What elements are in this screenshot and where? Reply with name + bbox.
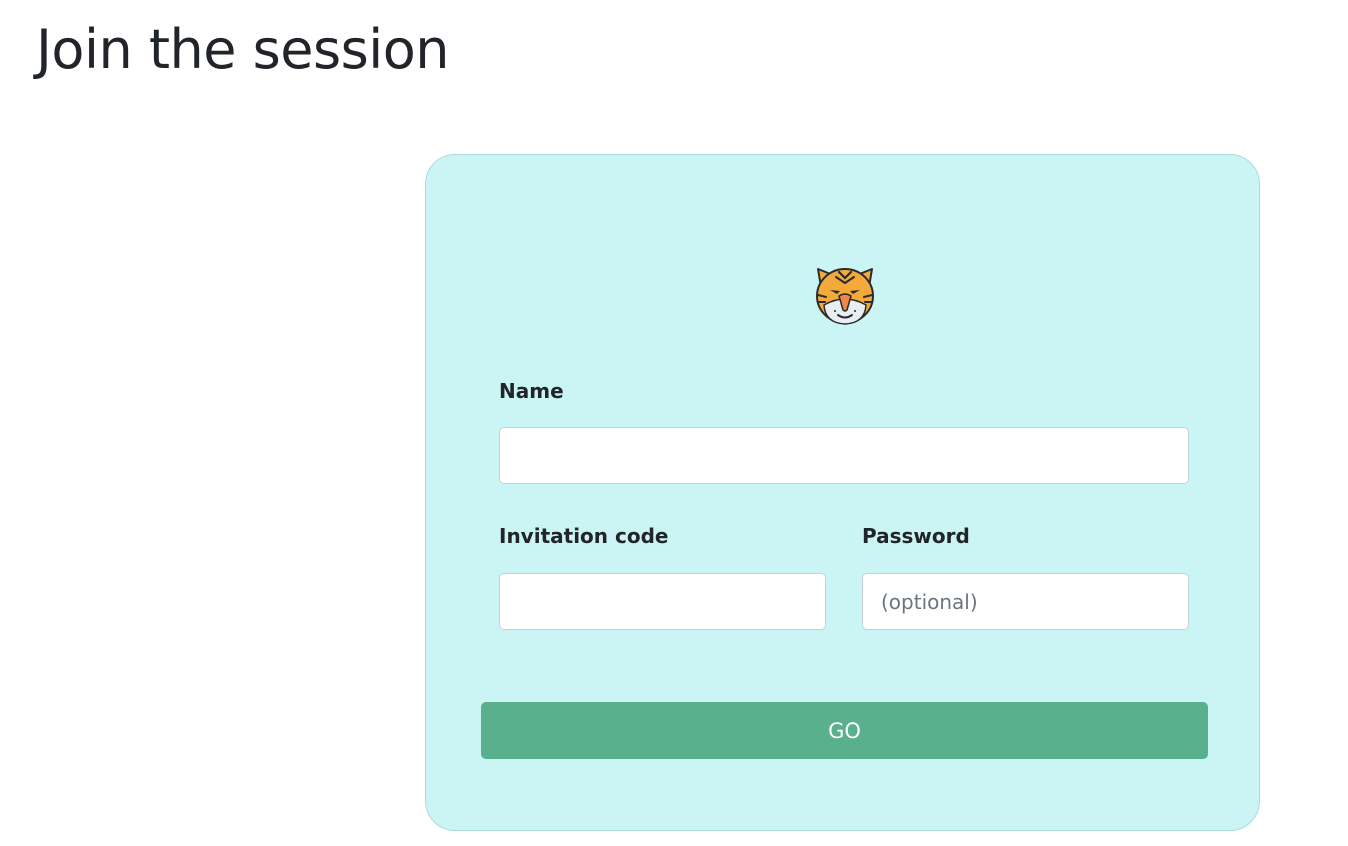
join-session-card: Name Invitation code Password GO	[425, 154, 1260, 831]
go-button[interactable]: GO	[481, 702, 1208, 759]
invitation-code-input[interactable]	[499, 573, 826, 630]
name-input[interactable]	[499, 427, 1189, 484]
password-label: Password	[862, 524, 970, 548]
invitation-code-label: Invitation code	[499, 524, 669, 548]
password-input[interactable]	[862, 573, 1189, 630]
tiger-face-icon	[813, 265, 877, 327]
page-title: Join the session	[36, 18, 450, 81]
name-label: Name	[499, 379, 564, 403]
